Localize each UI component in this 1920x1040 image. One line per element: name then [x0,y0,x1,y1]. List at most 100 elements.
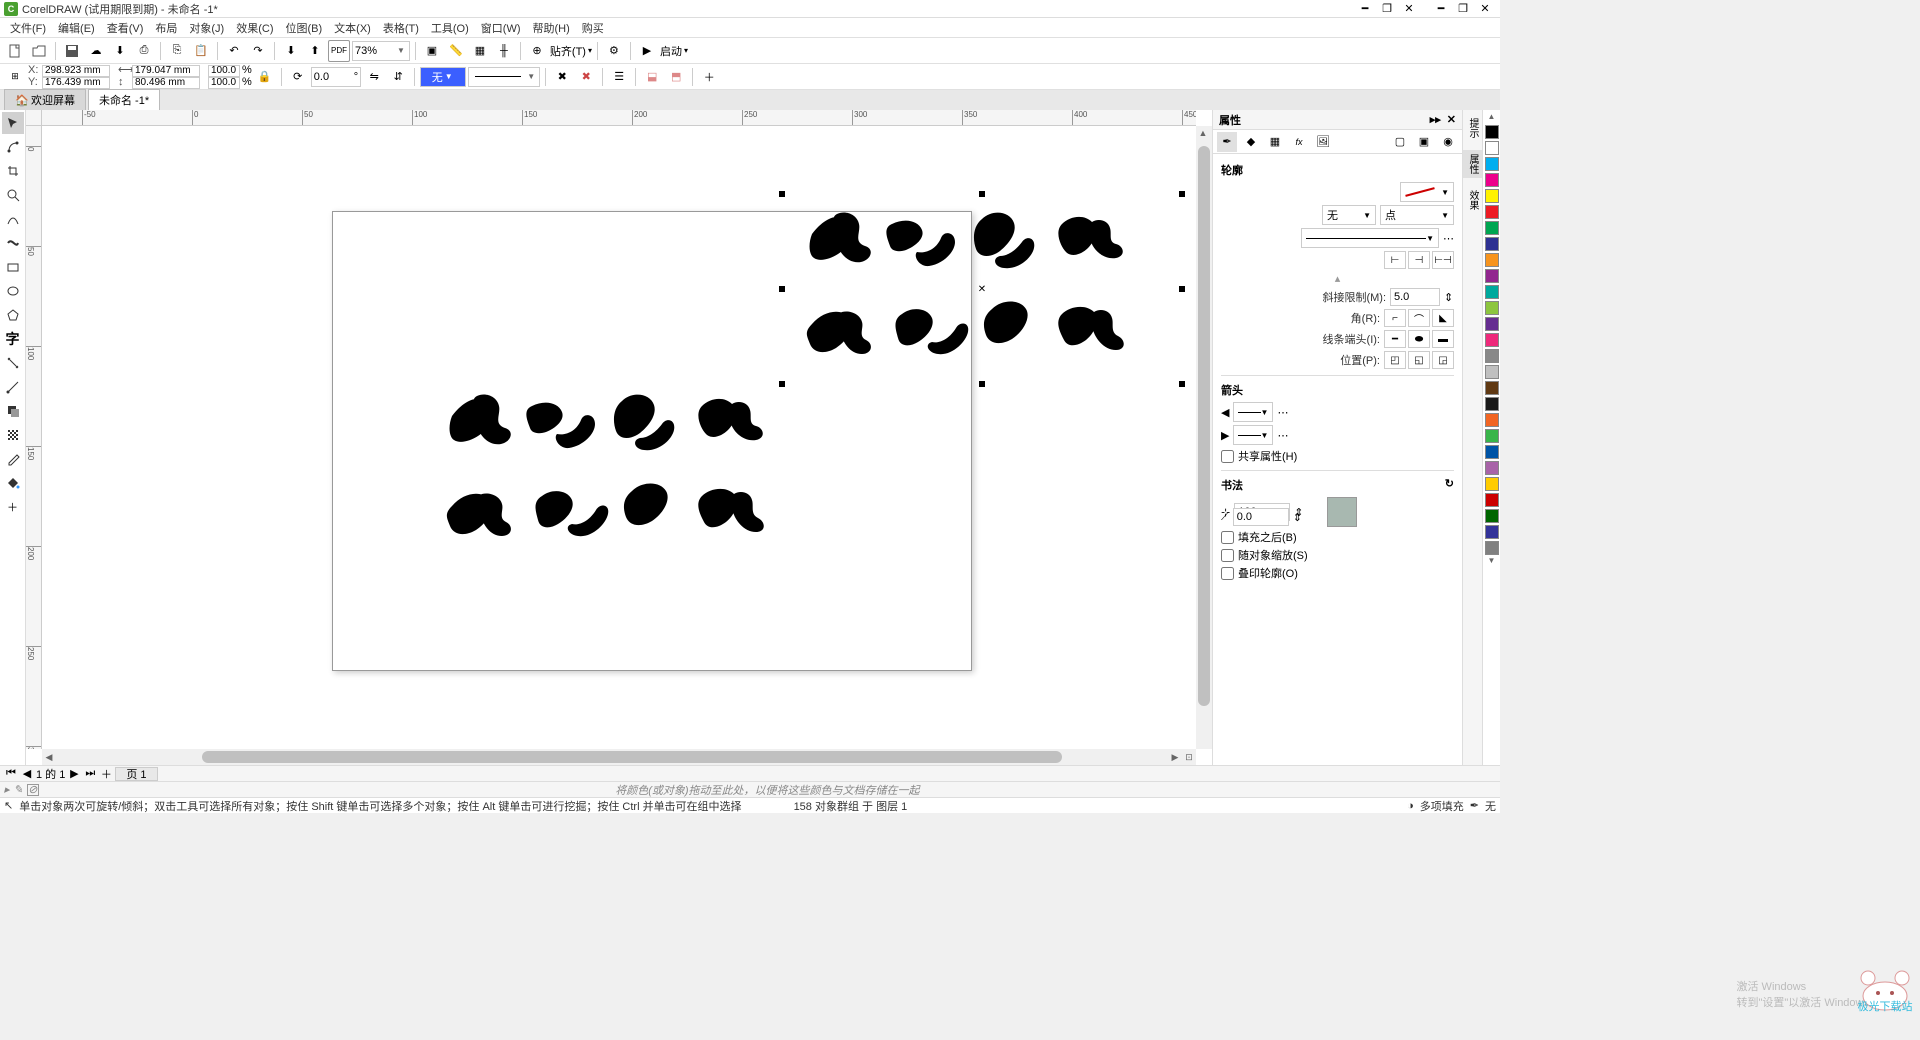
tab-fill-icon[interactable]: ◆ [1241,132,1261,152]
page-last-icon[interactable]: ⏭ [83,767,97,781]
swatch[interactable] [1485,205,1499,219]
swatch[interactable] [1485,301,1499,315]
menu-help[interactable]: 帮助(H) [527,20,576,36]
sy-input[interactable] [208,77,240,89]
swatch[interactable] [1485,445,1499,459]
swatch[interactable] [1485,461,1499,475]
menu-window[interactable]: 窗口(W) [475,20,527,36]
pos-center[interactable]: ◱ [1408,351,1430,369]
outline-none-combo[interactable]: 无▼ [420,67,466,87]
scroll-v-thumb[interactable] [1198,146,1210,706]
zoom-input[interactable] [355,45,395,57]
handle-n[interactable] [979,191,985,197]
tab-outline-icon[interactable]: ✒ [1217,132,1237,152]
scale-with-check[interactable] [1221,549,1234,562]
swatch[interactable] [1485,317,1499,331]
cloud-down-icon[interactable]: ⬇ [109,40,131,62]
paste-button[interactable]: 📋 [190,40,212,62]
reset-icon[interactable]: ↻ [1445,477,1454,493]
swatch[interactable] [1485,477,1499,491]
options-button[interactable]: ⚙ [603,40,625,62]
swatch[interactable] [1485,141,1499,155]
close-button[interactable]: ✕ [1474,2,1496,16]
swatch[interactable] [1485,349,1499,363]
rulers-icon[interactable]: 📏 [445,40,467,62]
corner-round[interactable]: ⌒ [1408,309,1430,327]
angle-input[interactable] [1233,508,1289,526]
freehand-tool[interactable] [2,208,24,230]
scroll-right-icon[interactable]: ▶ [1168,750,1182,764]
doc-pal-eyedrop-icon[interactable]: ✎ [14,783,23,796]
scroll-h-thumb[interactable] [202,751,1062,763]
panel-close-icon[interactable]: ✕ [1447,113,1456,126]
rectangle-tool[interactable] [2,256,24,278]
swatch[interactable] [1485,525,1499,539]
panel-collapse-icon[interactable]: ▸▸ [1430,113,1441,126]
ruler-horizontal[interactable]: -50050100150200250300350400450 [42,110,1196,126]
child-minimize[interactable]: ━ [1354,2,1376,16]
fill-tool[interactable] [2,472,24,494]
connector-tool[interactable] [2,376,24,398]
handle-w[interactable] [779,286,785,292]
fullscreen-icon[interactable]: ▣ [421,40,443,62]
swatch[interactable] [1485,397,1499,411]
dash-mode-2[interactable]: ⊣ [1408,251,1430,269]
miter-input[interactable] [1390,288,1440,306]
import-button[interactable]: ⬇ [280,40,302,62]
artistic-tool[interactable] [2,232,24,254]
tab-document[interactable]: 未命名 -1* [88,89,160,110]
pdf-button[interactable]: PDF [328,40,350,62]
swatch[interactable] [1485,509,1499,523]
swatch[interactable] [1485,413,1499,427]
tab-transparency-icon[interactable]: ▦ [1265,132,1285,152]
docker-hints[interactable]: 提示 [1463,114,1482,142]
fill-behind-check[interactable] [1221,531,1234,544]
guides-icon[interactable]: ╫ [493,40,515,62]
page-first-icon[interactable]: ⏮ [4,767,18,781]
swatch[interactable] [1485,269,1499,283]
parallel-dim-tool[interactable] [2,352,24,374]
arrow-start-more[interactable]: ⋯ [1277,406,1288,419]
handle-s[interactable] [979,381,985,387]
mirror-h-icon[interactable]: ⇋ [363,66,385,88]
cap-round[interactable]: ⬬ [1408,330,1430,348]
viewport[interactable]: ✕ [42,126,1196,749]
x-input[interactable] [42,65,110,77]
undo-button[interactable]: ↶ [223,40,245,62]
menu-edit[interactable]: 编辑(E) [52,20,101,36]
wrap-icon[interactable]: ✖ [551,66,573,88]
outline-width-combo[interactable]: ▼ [468,67,540,87]
swatch[interactable] [1485,253,1499,267]
more-tool[interactable]: ＋ [2,496,24,518]
handle-se[interactable] [1179,381,1185,387]
overprint-check[interactable] [1221,567,1234,580]
swatch[interactable] [1485,221,1499,235]
h-input[interactable] [132,77,200,89]
corner-bevel[interactable]: ◣ [1432,309,1454,327]
launch-icon[interactable]: ▶ [636,40,658,62]
tab-fx-icon[interactable]: fx [1289,132,1309,152]
child-close[interactable]: ✕ [1398,2,1420,16]
redo-button[interactable]: ↷ [247,40,269,62]
polygon-tool[interactable] [2,304,24,326]
swatch[interactable] [1485,173,1499,187]
zoom-combo[interactable]: ▼ [352,41,410,61]
outline-unit-sel[interactable]: 点▼ [1380,205,1454,225]
zoom-tool[interactable] [2,184,24,206]
menu-bitmap[interactable]: 位图(B) [280,20,329,36]
outline-color-combo[interactable]: ▼ [1400,182,1454,202]
doc-pal-none-icon[interactable]: ⊘ [27,784,39,796]
docker-props[interactable]: 属性 [1463,150,1482,178]
swatch[interactable] [1485,237,1499,251]
save-button[interactable] [61,40,83,62]
view-mode3-icon[interactable]: ◉ [1438,132,1458,152]
add-button[interactable]: ＋ [698,66,720,88]
view-mode1-icon[interactable]: ▢ [1390,132,1410,152]
rotation-input[interactable]: ° [311,67,361,87]
swatch[interactable] [1485,381,1499,395]
menu-buy[interactable]: 购买 [576,20,610,36]
arrow-start-sel[interactable]: ▼ [1233,402,1273,422]
export-button[interactable]: ⬆ [304,40,326,62]
snap-label[interactable]: 贴齐(T) [550,43,586,59]
nav-icon[interactable]: ⊡ [1182,750,1196,764]
